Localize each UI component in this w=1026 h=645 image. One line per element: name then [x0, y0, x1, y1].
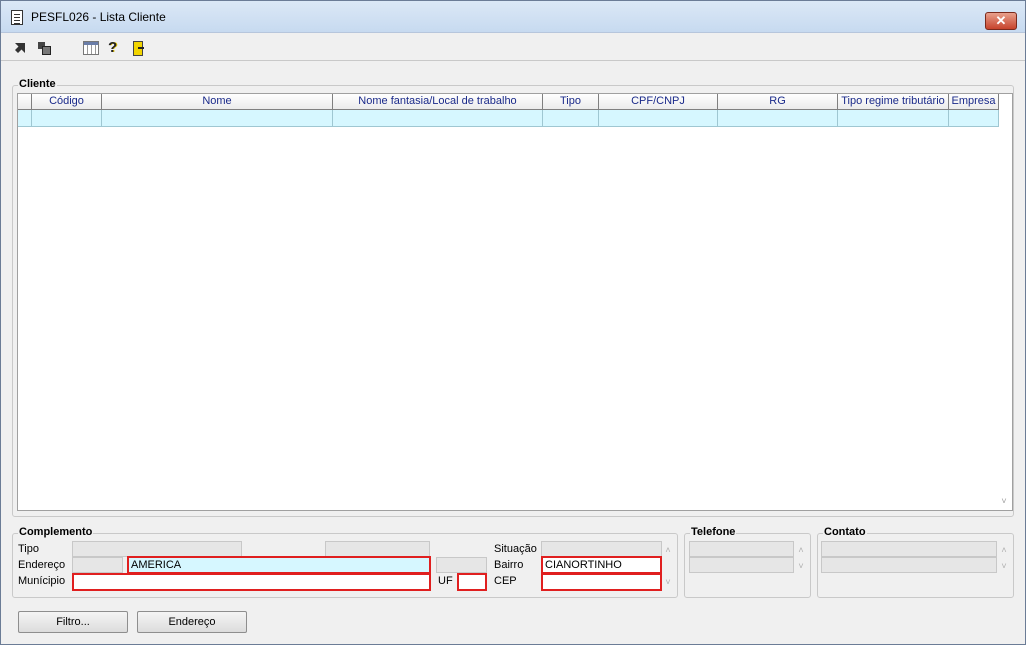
- cell-tipo-regime[interactable]: [838, 110, 949, 127]
- uf-label: UF: [438, 575, 453, 587]
- tipo-extra-field[interactable]: [325, 541, 430, 557]
- contato-scroll-up-icon[interactable]: ˄: [999, 545, 1009, 555]
- column-header-empresa[interactable]: Empresa: [949, 94, 999, 110]
- column-header-tipo-regime[interactable]: Tipo regime tributário: [838, 94, 949, 110]
- cliente-group-label: Cliente: [18, 78, 57, 90]
- cell-empresa[interactable]: [949, 110, 999, 127]
- help-icon[interactable]: ?: [108, 40, 122, 55]
- grid-header: Código Nome Nome fantasia/Local de traba…: [18, 94, 1012, 110]
- bairro-label: Bairro: [494, 559, 524, 571]
- column-header-tipo[interactable]: Tipo: [543, 94, 599, 110]
- copy-icon[interactable]: [37, 41, 51, 55]
- telefone-field-1[interactable]: [689, 541, 794, 557]
- filtro-button[interactable]: Filtro...: [18, 611, 128, 633]
- cep-label: CEP: [494, 575, 517, 587]
- uf-input[interactable]: [457, 573, 487, 591]
- main-window: PESFL026 - Lista Cliente ✕ ? Cliente Cód…: [0, 0, 1026, 645]
- grid-scroll-down-icon[interactable]: ˅: [998, 496, 1010, 506]
- table-row[interactable]: [18, 110, 1012, 127]
- row-selector-header[interactable]: [18, 94, 32, 110]
- cell-rg[interactable]: [718, 110, 838, 127]
- situacao-field[interactable]: [541, 541, 662, 557]
- cell-codigo[interactable]: [32, 110, 102, 127]
- telefone-scroll-down-icon[interactable]: ˅: [796, 561, 806, 571]
- contato-scroll-down-icon[interactable]: ˅: [999, 561, 1009, 571]
- complemento-scroll-up-icon[interactable]: ˄: [663, 545, 673, 555]
- close-button[interactable]: ✕: [985, 12, 1017, 30]
- document-icon: [11, 10, 23, 25]
- contato-group-label: Contato: [823, 526, 867, 538]
- telefone-group-label: Telefone: [690, 526, 737, 538]
- cliente-grid[interactable]: Código Nome Nome fantasia/Local de traba…: [17, 93, 1013, 511]
- column-header-nome-fantasia[interactable]: Nome fantasia/Local de trabalho: [333, 94, 543, 110]
- column-header-codigo[interactable]: Código: [32, 94, 102, 110]
- endereco-label: Endereço: [18, 559, 66, 571]
- bairro-input[interactable]: CIANORTINHO: [541, 556, 662, 574]
- exit-door-icon[interactable]: [131, 41, 145, 56]
- toolbar: ?: [1, 34, 1025, 61]
- grid-view-icon[interactable]: [83, 41, 99, 55]
- window-title: PESFL026 - Lista Cliente: [31, 10, 166, 24]
- municipio-input[interactable]: [72, 573, 431, 591]
- telefone-scroll-up-icon[interactable]: ˄: [796, 545, 806, 555]
- cell-nome[interactable]: [102, 110, 333, 127]
- tipo-label: Tipo: [18, 543, 39, 555]
- complemento-group-label: Complemento: [18, 526, 94, 538]
- select-arrow-icon[interactable]: [14, 41, 28, 55]
- title-bar: PESFL026 - Lista Cliente ✕: [1, 1, 1025, 33]
- cell-nome-fantasia[interactable]: [333, 110, 543, 127]
- cell-cpf-cnpj[interactable]: [599, 110, 718, 127]
- row-selector-cell[interactable]: [18, 110, 32, 127]
- column-header-nome[interactable]: Nome: [102, 94, 333, 110]
- complemento-scroll-down-icon[interactable]: ˅: [663, 577, 673, 587]
- tipo-field[interactable]: [72, 541, 242, 557]
- endereco-tipo-field[interactable]: [72, 557, 123, 573]
- column-header-rg[interactable]: RG: [718, 94, 838, 110]
- endereco-button[interactable]: Endereço: [137, 611, 247, 633]
- cep-input[interactable]: [541, 573, 662, 591]
- telefone-field-2[interactable]: [689, 557, 794, 573]
- column-header-cpf-cnpj[interactable]: CPF/CNPJ: [599, 94, 718, 110]
- situacao-label: Situação: [494, 543, 537, 555]
- endereco-input[interactable]: AMERICA: [127, 556, 431, 574]
- endereco-numero-field[interactable]: [436, 557, 487, 573]
- contato-field-1[interactable]: [821, 541, 997, 557]
- contato-field-2[interactable]: [821, 557, 997, 573]
- municipio-label: Munícipio: [18, 575, 66, 587]
- cell-tipo[interactable]: [543, 110, 599, 127]
